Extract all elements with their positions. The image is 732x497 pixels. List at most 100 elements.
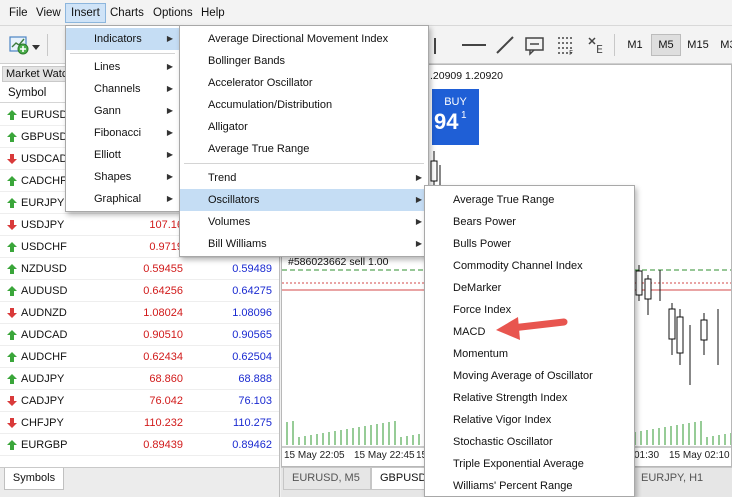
menu-item-label: Triple Exponential Average: [453, 458, 584, 470]
oscillators-menu-item[interactable]: Commodity Channel Index: [425, 255, 634, 277]
chevron-right-icon: ▶: [166, 150, 173, 159]
symbol-column-header[interactable]: Symbol: [8, 83, 46, 103]
oscillators-menu-item[interactable]: Relative Strength Index: [425, 387, 634, 409]
ask-price: 0.59489: [232, 263, 272, 275]
insert-menu-item[interactable]: Graphical ▶: [66, 188, 179, 210]
menu-separator: [184, 163, 424, 164]
market-watch-row[interactable]: AUDCAD 0.90510 0.90565: [0, 324, 279, 346]
timeframe-m30[interactable]: M30: [716, 34, 732, 56]
market-watch-row[interactable]: EURGBP 0.89439 0.89462: [0, 434, 279, 456]
oscillators-menu-item[interactable]: Triple Exponential Average: [425, 453, 634, 475]
oscillators-menu-item[interactable]: Stochastic Oscillator: [425, 431, 634, 453]
menu-item-label: Commodity Channel Index: [453, 260, 583, 272]
indicators-menu-item[interactable]: Accelerator Oscillator: [180, 72, 428, 94]
symbol-name: AUDJPY: [21, 373, 65, 385]
indicators-submenu-item[interactable]: Oscillators ▶: [180, 189, 428, 211]
insert-menu-item[interactable]: Shapes ▶: [66, 166, 179, 188]
market-watch-row[interactable]: AUDCHF 0.62434 0.62504: [0, 346, 279, 368]
oscillators-menu-item[interactable]: Momentum: [425, 343, 634, 365]
elliott-wave-icon[interactable]: E: [586, 34, 608, 59]
market-watch-row[interactable]: CHFJPY 110.232 110.275: [0, 412, 279, 434]
menu-insert[interactable]: Insert: [65, 3, 106, 23]
menu-item-label: Alligator: [208, 121, 248, 133]
ask-price: 0.62504: [232, 351, 272, 363]
indicators-menu-item[interactable]: Accumulation/Distribution: [180, 94, 428, 116]
bid-price: 0.59455: [143, 263, 183, 275]
indicators-menu-item[interactable]: Alligator: [180, 116, 428, 138]
menu-options[interactable]: Options: [148, 3, 198, 23]
buy-price-sup: 1: [461, 110, 467, 121]
bid-price: 110.232: [144, 417, 183, 429]
indicators-menu-item[interactable]: Bollinger Bands: [180, 50, 428, 72]
chart-tab-eurjpy[interactable]: EURJPY, H1: [633, 468, 713, 490]
arrow-up-icon: [7, 286, 17, 296]
market-watch-row[interactable]: AUDNZD 1.08024 1.08096: [0, 302, 279, 324]
ask-price: 1.08096: [232, 307, 272, 319]
indicators-submenu-item[interactable]: Volumes ▶: [180, 211, 428, 233]
symbol-name: CHFJPY: [21, 417, 64, 429]
menu-file[interactable]: File: [4, 3, 33, 23]
market-watch-tabs: Symbols: [0, 467, 279, 497]
arrow-down-icon: [7, 220, 17, 230]
menu-help[interactable]: Help: [196, 3, 230, 23]
indicators-menu-item[interactable]: Average True Range: [180, 138, 428, 160]
symbol-name: AUDCAD: [21, 329, 68, 341]
oscillators-menu-item[interactable]: DeMarker: [425, 277, 634, 299]
market-watch-row[interactable]: NZDUSD 0.59455 0.59489: [0, 258, 279, 280]
menu-item-label: Fibonacci: [94, 127, 142, 139]
oscillators-menu-item[interactable]: Average True Range: [425, 189, 634, 211]
arrow-up-icon: [7, 132, 17, 142]
menu-item-label: Moving Average of Oscillator: [453, 370, 593, 382]
menu-item-label: MACD: [453, 326, 486, 338]
trendline-icon[interactable]: [494, 34, 516, 59]
insert-menu-item[interactable]: Channels ▶: [66, 78, 179, 100]
insert-menu-item[interactable]: Elliott ▶: [66, 144, 179, 166]
insert-menu-item[interactable]: Lines ▶: [66, 56, 179, 78]
market-watch-row[interactable]: AUDJPY 68.860 68.888: [0, 368, 279, 390]
oscillators-menu-item[interactable]: Williams' Percent Range: [425, 475, 634, 497]
chart-tab-eurusd[interactable]: EURUSD, M5: [283, 468, 371, 490]
oscillators-menu-item[interactable]: Moving Average of Oscillator: [425, 365, 634, 387]
buy-price-big: 94: [434, 109, 459, 134]
chevron-right-icon: ▶: [166, 128, 173, 137]
insert-menu-item[interactable]: Fibonacci ▶: [66, 122, 179, 144]
timeframe-m15[interactable]: M15: [683, 34, 713, 56]
oscillators-menu-item[interactable]: Relative Vigor Index: [425, 409, 634, 431]
cursor-line-icon[interactable]: [434, 38, 444, 54]
buy-button[interactable]: BUY 94 1: [432, 89, 479, 145]
oscillators-menu-item[interactable]: Bulls Power: [425, 233, 634, 255]
timeframe-m5[interactable]: M5: [651, 34, 681, 56]
arrow-up-icon: [7, 352, 17, 362]
buy-label: BUY: [444, 96, 467, 108]
menu-item-label: Channels: [94, 83, 141, 95]
new-chart-icon[interactable]: [8, 34, 30, 56]
menu-item-label: Accumulation/Distribution: [208, 99, 333, 111]
menu-item-label: Relative Strength Index: [453, 392, 568, 404]
bid-price: 0.64256: [143, 285, 183, 297]
symbol-name: EURJPY: [21, 197, 65, 209]
menu-charts[interactable]: Charts: [105, 3, 149, 23]
horizontal-line-icon[interactable]: [462, 44, 486, 46]
chevron-down-icon[interactable]: [32, 42, 40, 54]
bid-price: 107.16: [149, 219, 183, 231]
menu-view[interactable]: View: [31, 3, 66, 23]
text-label-icon[interactable]: [524, 34, 546, 59]
indicators-submenu-item[interactable]: Trend ▶: [180, 167, 428, 189]
indicators-submenu-item[interactable]: Bill Williams ▶: [180, 233, 428, 255]
market-watch-row[interactable]: CADJPY 76.042 76.103: [0, 390, 279, 412]
arrow-up-icon: [7, 440, 17, 450]
chevron-right-icon: ▶: [415, 195, 422, 204]
oscillators-menu-item[interactable]: Bears Power: [425, 211, 634, 233]
ask-price: 0.64275: [232, 285, 272, 297]
menu-item-label: Average Directional Movement Index: [208, 33, 389, 45]
menu-item-label: Bill Williams: [208, 238, 267, 250]
insert-menu-item[interactable]: Indicators ▶: [66, 28, 179, 50]
tab-symbols[interactable]: Symbols: [4, 468, 64, 490]
indicators-menu: Average Directional Movement Index Bollin…: [179, 25, 429, 257]
menu-item-label: Oscillators: [208, 194, 260, 206]
indicators-menu-item[interactable]: Average Directional Movement Index: [180, 28, 428, 50]
fibonacci-fan-icon[interactable]: F: [555, 34, 577, 59]
insert-menu-item[interactable]: Gann ▶: [66, 100, 179, 122]
market-watch-row[interactable]: AUDUSD 0.64256 0.64275: [0, 280, 279, 302]
timeframe-m1[interactable]: M1: [621, 34, 649, 56]
